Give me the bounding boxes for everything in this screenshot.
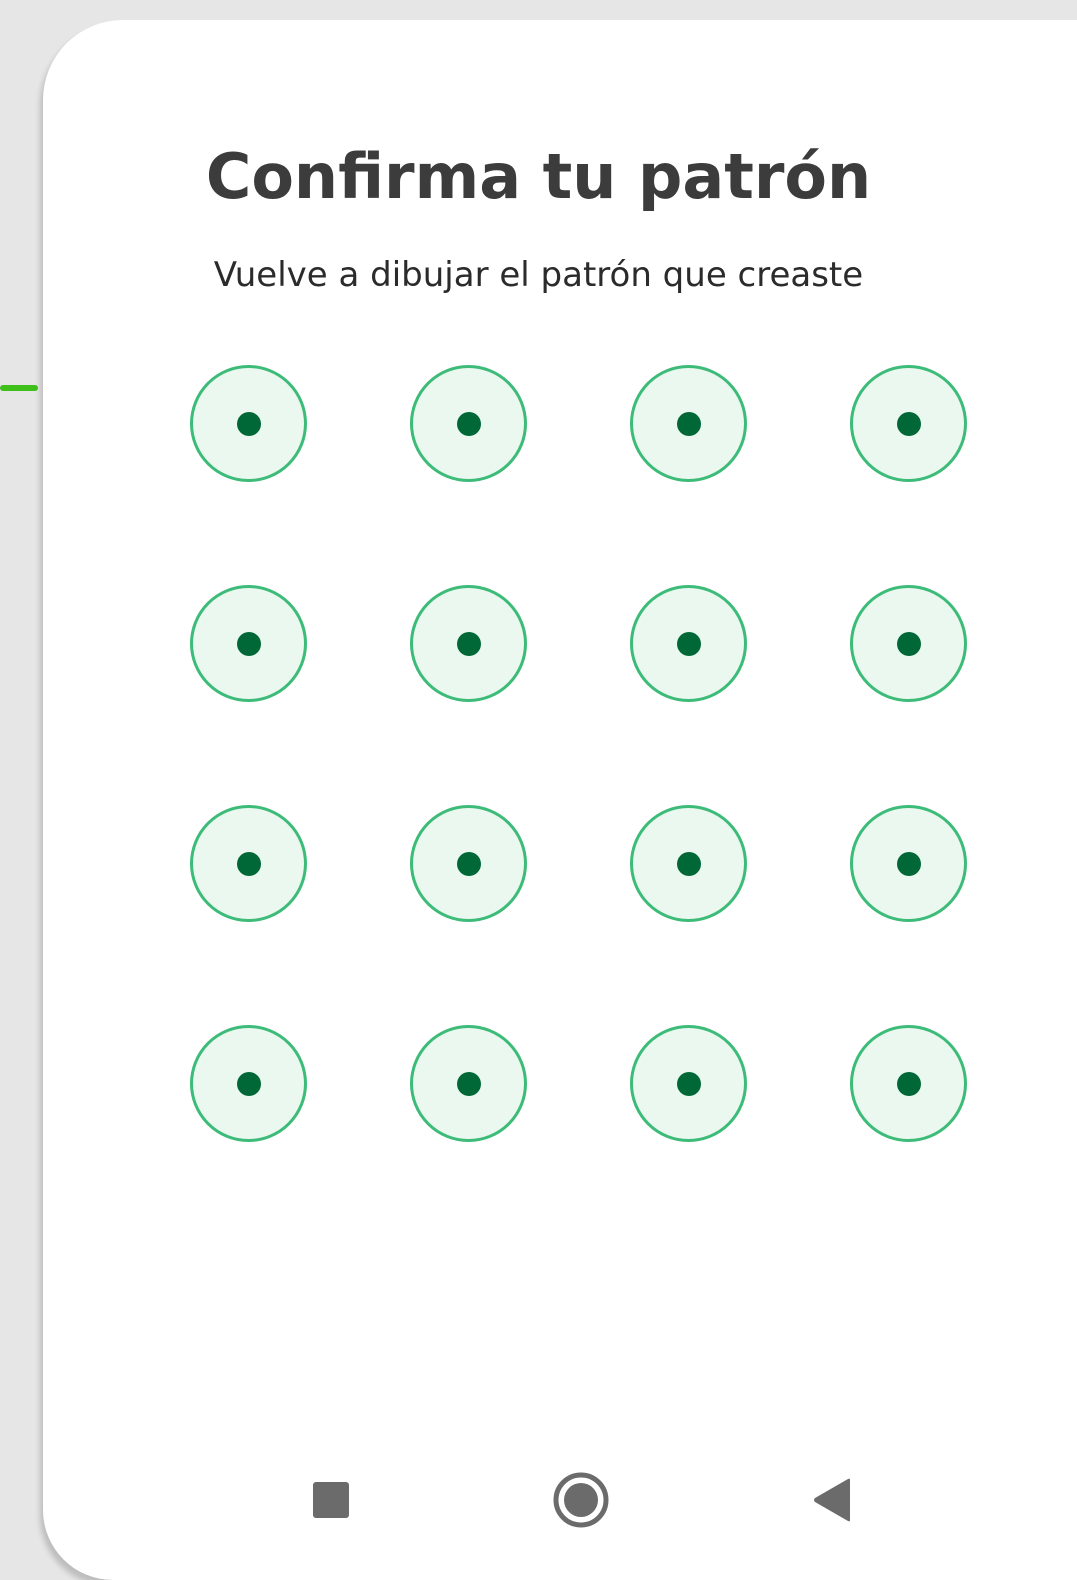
pattern-node-dot	[236, 1071, 261, 1096]
pattern-node[interactable]	[410, 1025, 527, 1142]
recents-button[interactable]	[291, 1460, 371, 1540]
pattern-node-dot	[456, 631, 481, 656]
side-progress-indicator	[0, 385, 38, 391]
pattern-node[interactable]	[850, 805, 967, 922]
page-title: Confirma tu patrón	[205, 140, 872, 213]
pattern-node-dot	[236, 851, 261, 876]
pattern-node[interactable]	[850, 365, 967, 482]
pattern-node-dot	[676, 631, 701, 656]
pattern-node[interactable]	[850, 1025, 967, 1142]
square-icon	[313, 1482, 349, 1518]
pattern-node[interactable]	[410, 365, 527, 482]
pattern-node[interactable]	[630, 585, 747, 702]
pattern-node-dot	[896, 851, 921, 876]
pattern-node[interactable]	[630, 365, 747, 482]
pattern-node[interactable]	[410, 585, 527, 702]
pattern-node-dot	[236, 631, 261, 656]
back-button[interactable]	[792, 1460, 872, 1540]
pattern-node-dot	[456, 1071, 481, 1096]
pattern-node-dot	[896, 411, 921, 436]
pattern-node-dot	[456, 851, 481, 876]
pattern-node-dot	[456, 411, 481, 436]
pattern-node[interactable]	[630, 805, 747, 922]
pattern-node-dot	[896, 1071, 921, 1096]
pattern-node[interactable]	[410, 805, 527, 922]
pattern-node-dot	[676, 851, 701, 876]
pattern-node[interactable]	[850, 585, 967, 702]
page-subtitle: Vuelve a dibujar el patrón que creaste	[213, 255, 864, 295]
pattern-node[interactable]	[190, 585, 307, 702]
system-navigation-bar	[0, 1460, 1077, 1540]
home-button[interactable]	[541, 1460, 621, 1540]
pattern-node[interactable]	[630, 1025, 747, 1142]
pattern-node[interactable]	[190, 1025, 307, 1142]
triangle-back-icon	[814, 1478, 850, 1522]
pattern-node[interactable]	[190, 365, 307, 482]
pattern-node-dot	[676, 411, 701, 436]
pattern-node-dot	[676, 1071, 701, 1096]
pattern-node-dot	[896, 631, 921, 656]
pattern-node-dot	[236, 411, 261, 436]
pattern-grid[interactable]	[190, 365, 972, 1147]
circle-icon	[553, 1472, 609, 1528]
pattern-node[interactable]	[190, 805, 307, 922]
